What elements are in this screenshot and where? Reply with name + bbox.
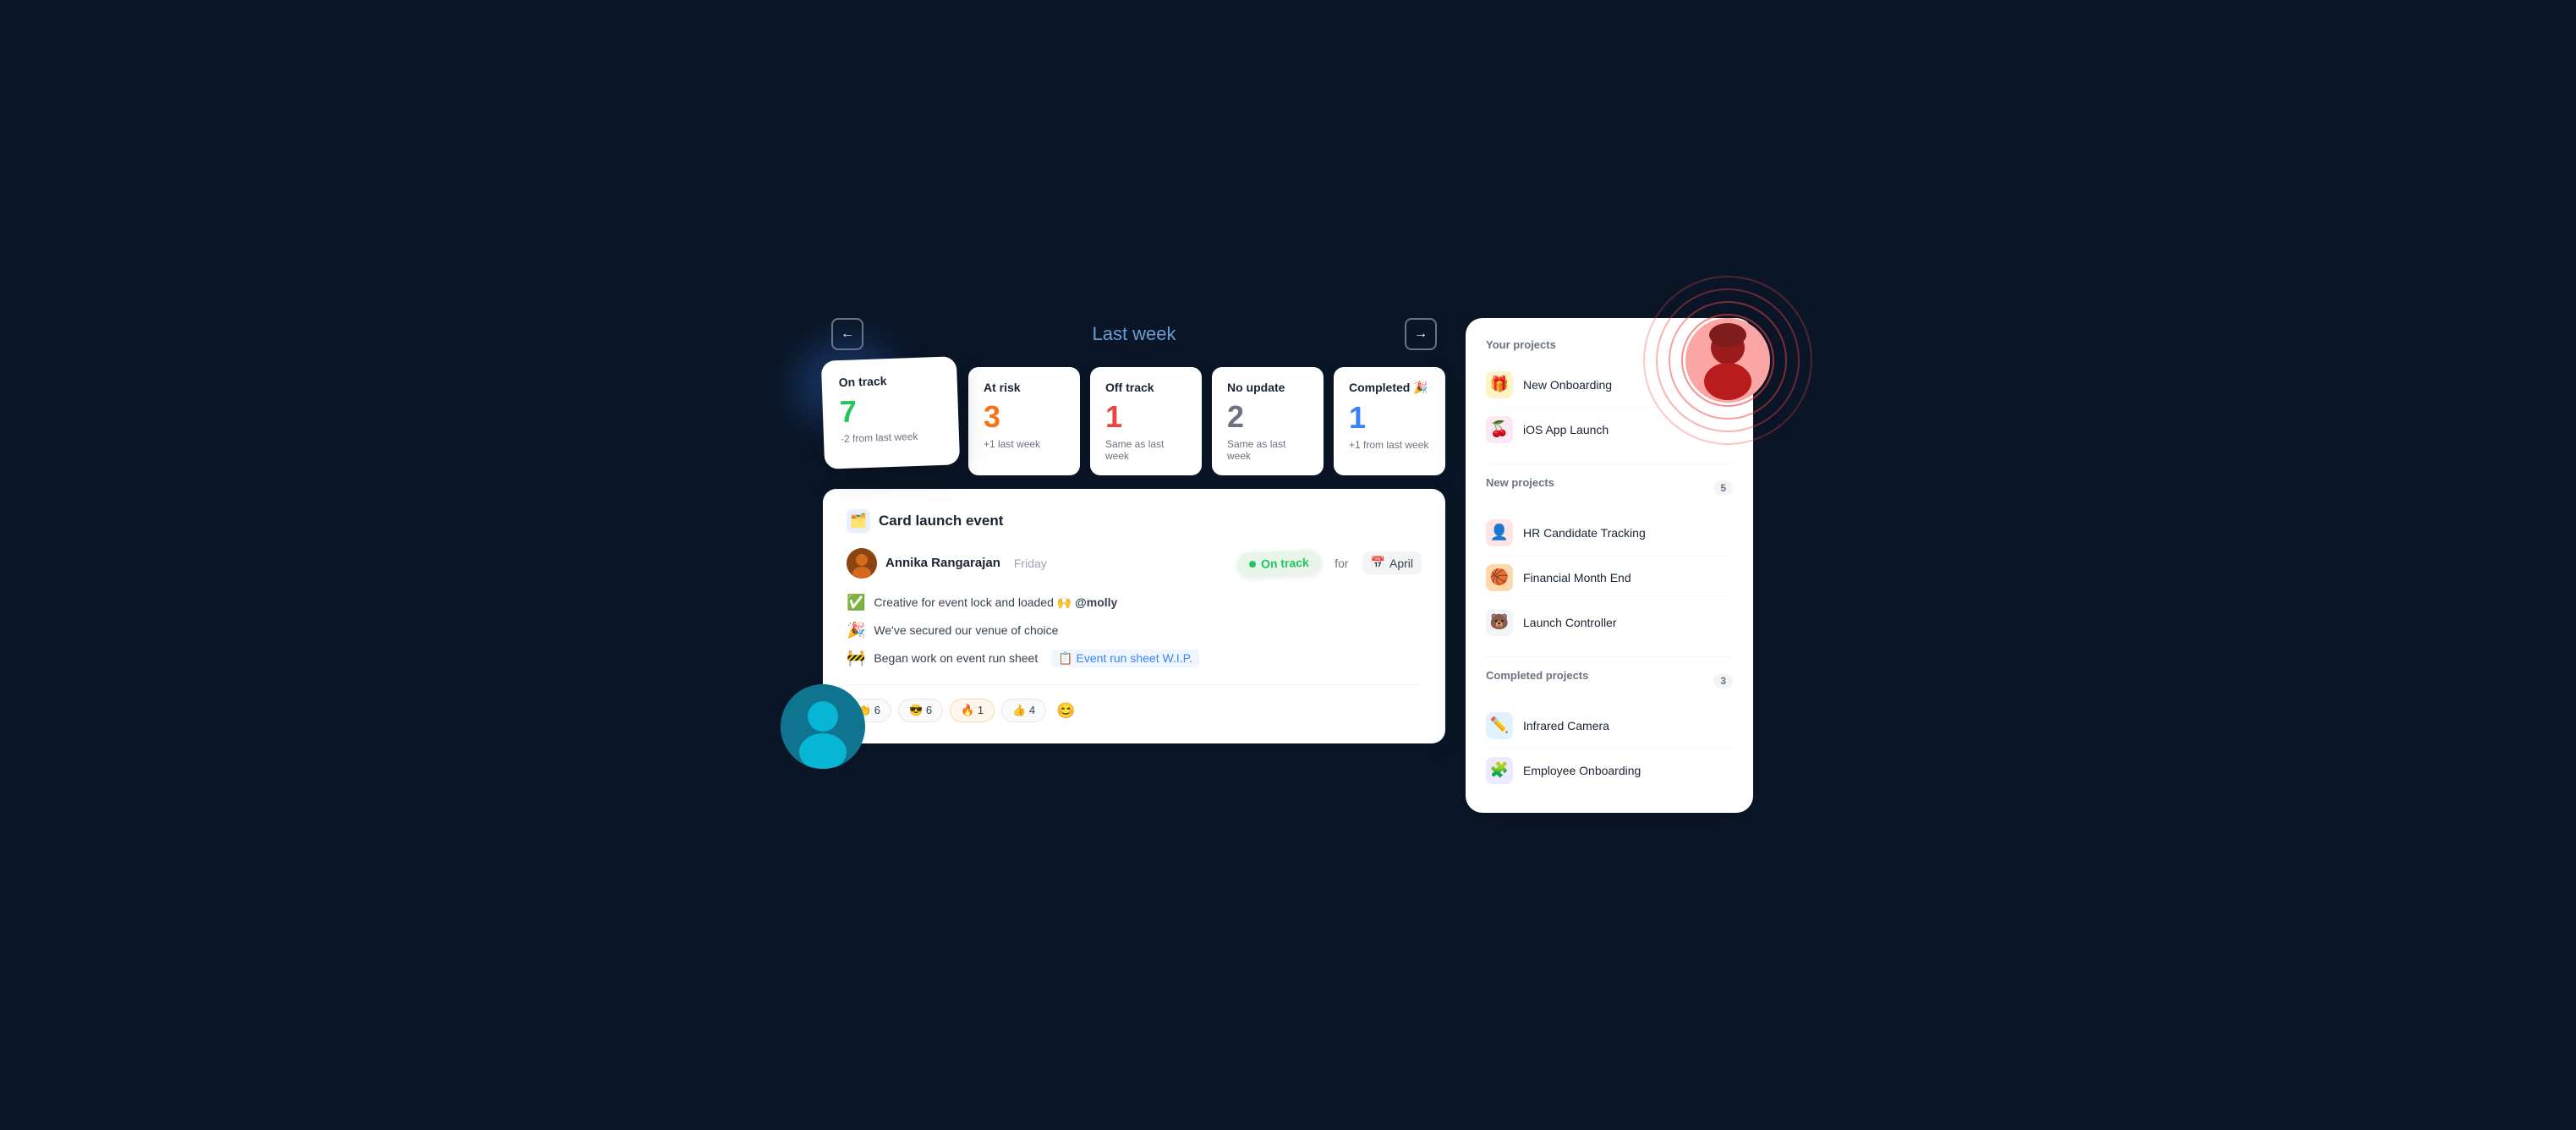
on-track-value: 7 xyxy=(839,390,941,429)
user-day: Friday xyxy=(1014,557,1047,570)
hr-candidate-name: HR Candidate Tracking xyxy=(1523,526,1646,540)
stat-card-no-update[interactable]: No update 2 Same as last week xyxy=(1212,367,1324,475)
employee-onboarding-icon: 🧩 xyxy=(1486,757,1513,784)
right-panel: Your projects 🎁 New Onboarding 🍒 iOS App… xyxy=(1466,318,1753,813)
project-launch-controller[interactable]: 🐻 Launch Controller xyxy=(1486,601,1733,645)
stat-card-off-track[interactable]: Off track 1 Same as last week xyxy=(1090,367,1202,475)
stats-row: On track 7 -2 from last week At risk 3 +… xyxy=(823,367,1445,475)
ios-app-launch-name: iOS App Launch xyxy=(1523,423,1609,436)
stat-card-at-risk[interactable]: At risk 3 +1 last week xyxy=(968,367,1080,475)
divider-2 xyxy=(1486,656,1733,657)
new-projects-list: 👤 HR Candidate Tracking 🏀 Financial Mont… xyxy=(1486,511,1733,645)
infrared-camera-name: Infrared Camera xyxy=(1523,719,1609,732)
card-icon: 🗂️ xyxy=(847,509,870,533)
left-panel: ← Last week → On track 7 -2 from last we… xyxy=(823,318,1445,743)
for-label: for xyxy=(1335,557,1348,570)
event-run-sheet-link[interactable]: 📋 Event run sheet W.I.P. xyxy=(1051,650,1199,667)
avatar xyxy=(847,548,877,579)
no-update-value: 2 xyxy=(1227,399,1308,435)
avatar-rings-container xyxy=(1635,267,1821,453)
at-risk-sub: +1 last week xyxy=(984,438,1065,450)
stat-card-completed[interactable]: Completed 🎉 1 +1 from last week xyxy=(1334,367,1445,475)
completed-projects-header: Completed projects 3 xyxy=(1486,669,1733,694)
off-track-value: 1 xyxy=(1105,399,1187,435)
on-track-sub: -2 from last week xyxy=(841,429,942,444)
reactions-row: 👏 6 😎 6 🔥 1 👍 4 😊 xyxy=(847,684,1422,723)
project-hr-candidate[interactable]: 👤 HR Candidate Tracking xyxy=(1486,511,1733,556)
new-onboarding-icon: 🎁 xyxy=(1486,371,1513,398)
at-risk-label: At risk xyxy=(984,381,1065,394)
completed-projects-label: Completed projects xyxy=(1486,669,1588,682)
reaction-thumbs-up[interactable]: 👍 4 xyxy=(1001,699,1046,722)
financial-month-end-name: Financial Month End xyxy=(1523,571,1631,584)
user-info: Annika Rangarajan Friday xyxy=(847,548,1047,579)
reaction-fire[interactable]: 🔥 1 xyxy=(950,699,995,722)
avatar-rings xyxy=(1635,267,1821,453)
forward-button[interactable]: → xyxy=(1405,318,1437,350)
update-item-3: 🚧 Began work on event run sheet 📋 Event … xyxy=(847,650,1422,667)
main-container: ← Last week → On track 7 -2 from last we… xyxy=(823,318,1753,813)
user-name: Annika Rangarajan xyxy=(885,556,1000,570)
stat-card-on-track[interactable]: On track 7 -2 from last week xyxy=(821,356,960,469)
user-row: Annika Rangarajan Friday On track for 📅 … xyxy=(847,548,1422,579)
nav-header: ← Last week → xyxy=(823,318,1445,350)
financial-month-end-icon: 🏀 xyxy=(1486,564,1513,591)
infrared-camera-icon: ✏️ xyxy=(1486,712,1513,739)
construction-icon: 🚧 xyxy=(847,650,865,667)
reaction-cool[interactable]: 😎 6 xyxy=(898,699,943,722)
completed-projects-list: ✏️ Infrared Camera 🧩 Employee Onboarding xyxy=(1486,704,1733,793)
project-financial-month-end[interactable]: 🏀 Financial Month End xyxy=(1486,556,1733,601)
update-item-1: ✅ Creative for event lock and loaded 🙌 @… xyxy=(847,594,1422,612)
new-projects-count: 5 xyxy=(1713,480,1733,496)
card-title: Card launch event xyxy=(879,513,1003,529)
launch-controller-name: Launch Controller xyxy=(1523,616,1617,629)
card-header: 🗂️ Card launch event xyxy=(847,509,1422,533)
party-icon: 🎉 xyxy=(847,622,865,639)
no-update-sub: Same as last week xyxy=(1227,438,1308,462)
hr-candidate-icon: 👤 xyxy=(1486,519,1513,546)
on-track-dot xyxy=(1249,560,1256,567)
sidebar-avatar xyxy=(1685,318,1770,403)
nav-title: Last week xyxy=(1092,323,1176,345)
launch-controller-icon: 🐻 xyxy=(1486,609,1513,636)
back-icon: ← xyxy=(841,326,854,342)
ios-app-launch-icon: 🍒 xyxy=(1486,416,1513,443)
off-track-sub: Same as last week xyxy=(1105,438,1187,462)
update-item-2: 🎉 We've secured our venue of choice xyxy=(847,622,1422,639)
checkmark-icon: ✅ xyxy=(847,594,865,612)
add-reaction-button[interactable]: 😊 xyxy=(1053,699,1078,723)
on-track-badge: On track xyxy=(1237,550,1322,576)
project-employee-onboarding[interactable]: 🧩 Employee Onboarding xyxy=(1486,749,1733,793)
completed-label: Completed 🎉 xyxy=(1349,381,1430,395)
project-infrared-camera[interactable]: ✏️ Infrared Camera xyxy=(1486,704,1733,749)
april-badge: 📅 April xyxy=(1362,551,1422,574)
on-track-label: On track xyxy=(838,371,940,388)
at-risk-value: 3 xyxy=(984,399,1065,435)
off-track-label: Off track xyxy=(1105,381,1187,394)
completed-sub: +1 from last week xyxy=(1349,439,1430,451)
new-projects-label: New projects xyxy=(1486,476,1554,489)
completed-value: 1 xyxy=(1349,400,1430,436)
employee-onboarding-name: Employee Onboarding xyxy=(1523,764,1641,777)
forward-icon: → xyxy=(1414,326,1428,342)
new-onboarding-name: New Onboarding xyxy=(1523,378,1612,392)
card-launch-event: 🗂️ Card launch event Annika Rangarajan xyxy=(823,489,1445,743)
new-projects-header: New projects 5 xyxy=(1486,476,1733,501)
completed-projects-count: 3 xyxy=(1713,673,1733,688)
bottom-avatar xyxy=(781,684,865,769)
update-items: ✅ Creative for event lock and loaded 🙌 @… xyxy=(847,594,1422,667)
no-update-label: No update xyxy=(1227,381,1308,394)
